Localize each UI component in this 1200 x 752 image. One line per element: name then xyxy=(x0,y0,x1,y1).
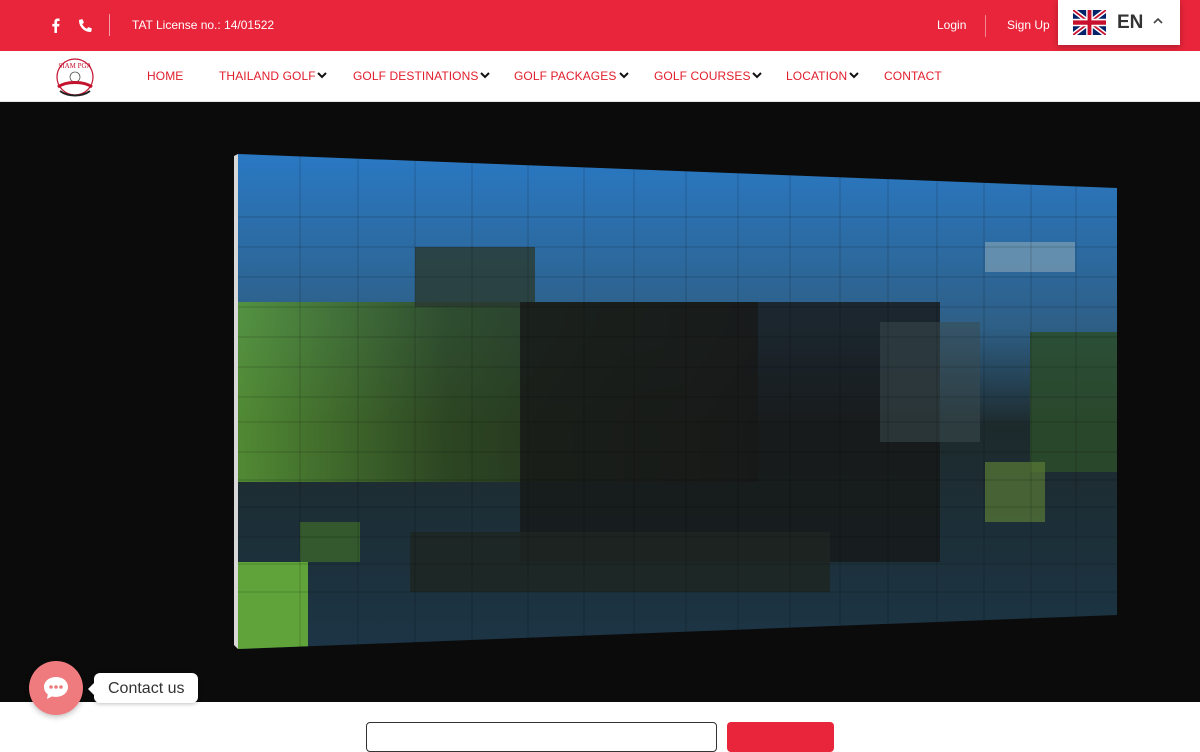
license-text: TAT License no.: 14/01522 xyxy=(132,18,275,32)
login-link[interactable]: Login xyxy=(937,18,966,32)
chevron-down-icon xyxy=(752,72,762,79)
search-input[interactable] xyxy=(366,722,717,752)
phone-icon[interactable] xyxy=(77,16,93,34)
language-code: EN xyxy=(1117,12,1144,33)
social-links xyxy=(47,16,93,34)
golf-course-slide-image xyxy=(234,154,1117,649)
nav-item-label: GOLF DESTINATIONS xyxy=(353,69,479,83)
divider xyxy=(985,15,986,37)
chevron-down-icon xyxy=(480,72,490,79)
search-bar-area xyxy=(0,702,1200,752)
divider xyxy=(109,14,110,36)
chat-bubble-icon xyxy=(44,677,68,699)
signup-link[interactable]: Sign Up xyxy=(1007,18,1050,32)
svg-text:SIAM PGA: SIAM PGA xyxy=(58,62,91,70)
chevron-down-icon xyxy=(619,72,629,79)
nav-item-label: CONTACT xyxy=(884,69,942,83)
top-bar: TAT License no.: 14/01522 Login Sign Up … xyxy=(0,0,1200,51)
nav-item-golf-destinations[interactable]: GOLF DESTINATIONS xyxy=(353,69,490,83)
nav-item-contact[interactable]: CONTACT xyxy=(884,69,942,83)
nav-item-label: GOLF PACKAGES xyxy=(514,69,617,83)
nav-item-thailand-golf[interactable]: THAILAND GOLF xyxy=(219,69,327,83)
contact-us-label[interactable]: Contact us xyxy=(87,673,199,703)
search-button[interactable] xyxy=(727,722,834,752)
nav-item-home[interactable]: HOME xyxy=(147,69,183,83)
chevron-down-icon xyxy=(317,72,327,79)
chevron-up-icon xyxy=(1153,17,1163,24)
hero-slider xyxy=(0,102,1200,702)
contact-us-button[interactable] xyxy=(29,661,83,715)
chevron-down-icon xyxy=(849,72,859,79)
nav-item-golf-courses[interactable]: GOLF COURSES xyxy=(654,69,762,83)
facebook-icon[interactable] xyxy=(47,16,63,34)
nav-item-label: GOLF COURSES xyxy=(654,69,751,83)
main-navigation: SIAM PGA HOME THAILAND GOLF GOLF DESTINATI… xyxy=(0,51,1200,102)
nav-item-golf-packages[interactable]: GOLF PACKAGES xyxy=(514,69,629,83)
nav-item-label: THAILAND GOLF xyxy=(219,69,316,83)
nav-item-label: LOCATION xyxy=(786,69,848,83)
uk-flag-icon xyxy=(1073,10,1106,35)
language-selector[interactable]: EN xyxy=(1058,0,1180,45)
nav-item-location[interactable]: LOCATION xyxy=(786,69,859,83)
siam-pga-logo[interactable]: SIAM PGA xyxy=(48,57,102,99)
nav-item-label: HOME xyxy=(147,69,184,83)
